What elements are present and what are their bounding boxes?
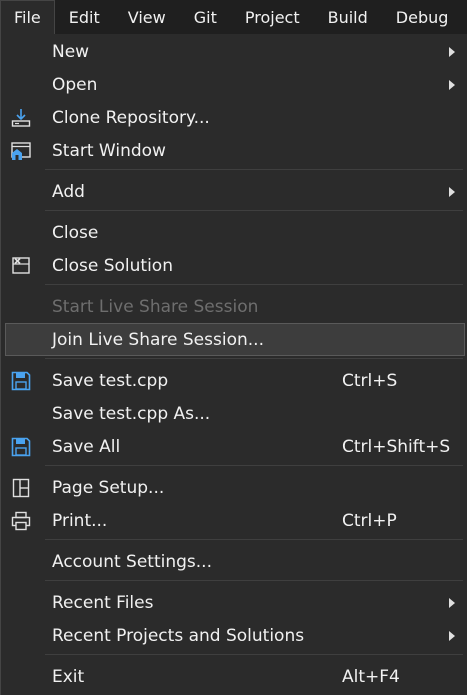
page-setup-icon	[12, 478, 30, 497]
menu-separator	[45, 284, 463, 285]
menu-item-label: Save test.cpp As...	[52, 403, 211, 424]
menu-item-label: Close Solution	[52, 255, 173, 276]
submenu-arrow-icon	[449, 186, 455, 197]
menu-item-label: Account Settings...	[52, 551, 212, 572]
clone-download-icon	[11, 108, 31, 127]
menu-item-exit[interactable]: Exit Alt+F4	[1, 660, 467, 693]
menu-item-shortcut: Ctrl+Shift+S	[342, 436, 451, 457]
save-icon	[11, 371, 31, 390]
menu-item-new[interactable]: New	[1, 35, 467, 68]
menu-item-open[interactable]: Open	[1, 68, 467, 101]
menu-separator	[45, 580, 463, 581]
menu-item-start-live-share: Start Live Share Session	[1, 290, 467, 323]
menu-item-label: Add	[52, 181, 85, 202]
menu-item-shortcut: Ctrl+P	[342, 510, 397, 531]
menu-item-save-all[interactable]: Save All Ctrl+Shift+S	[1, 430, 467, 463]
submenu-arrow-icon	[449, 79, 455, 90]
menu-item-label: Exit	[52, 666, 85, 687]
menu-item-start-window[interactable]: Start Window	[1, 134, 467, 167]
menu-item-join-live-share[interactable]: Join Live Share Session...	[5, 323, 465, 356]
menu-item-save-file[interactable]: Save test.cpp Ctrl+S	[1, 364, 467, 397]
menu-git[interactable]: Git	[180, 0, 231, 34]
save-all-icon	[11, 437, 31, 456]
menu-item-label: Print...	[52, 510, 108, 531]
menu-item-close-solution[interactable]: Close Solution	[1, 249, 467, 282]
menu-item-label: Start Live Share Session	[52, 296, 259, 317]
menu-item-recent-projects[interactable]: Recent Projects and Solutions	[1, 619, 467, 652]
menu-item-close[interactable]: Close	[1, 216, 467, 249]
menu-item-page-setup[interactable]: Page Setup...	[1, 471, 467, 504]
menu-build[interactable]: Build	[314, 0, 382, 34]
menu-item-label: Save test.cpp	[52, 370, 169, 391]
menu-separator	[45, 465, 463, 466]
menu-item-label: Recent Projects and Solutions	[52, 625, 305, 646]
menu-item-label: Page Setup...	[52, 477, 165, 498]
menu-view[interactable]: View	[114, 0, 180, 34]
menu-project[interactable]: Project	[231, 0, 314, 34]
menu-item-shortcut: Ctrl+S	[342, 370, 398, 391]
menu-item-clone-repository[interactable]: Clone Repository...	[1, 101, 467, 134]
menu-item-label: Save All	[52, 436, 121, 457]
menu-separator	[45, 539, 463, 540]
menu-item-label: Clone Repository...	[52, 107, 210, 128]
submenu-arrow-icon	[449, 46, 455, 57]
menu-item-shortcut: Alt+F4	[342, 666, 400, 687]
menu-item-account-settings[interactable]: Account Settings...	[1, 545, 467, 578]
menu-separator	[45, 210, 463, 211]
menu-bar: File Edit View Git Project Build Debug	[0, 0, 467, 34]
submenu-arrow-icon	[449, 597, 455, 608]
menu-item-label: Recent Files	[52, 592, 154, 613]
menu-item-label: Start Window	[52, 140, 166, 161]
submenu-arrow-icon	[449, 630, 455, 641]
menu-separator	[45, 358, 463, 359]
menu-separator	[45, 169, 463, 170]
menu-item-print[interactable]: Print... Ctrl+P	[1, 504, 467, 537]
printer-icon	[11, 511, 31, 530]
menu-item-label: Close	[52, 222, 99, 243]
menu-item-add[interactable]: Add	[1, 175, 467, 208]
menu-edit[interactable]: Edit	[55, 0, 114, 34]
menu-item-save-file-as[interactable]: Save test.cpp As...	[1, 397, 467, 430]
file-dropdown-menu: New Open Clone Repository... Start Windo…	[0, 34, 467, 695]
start-window-icon	[11, 141, 31, 160]
menu-item-label: Join Live Share Session...	[52, 329, 264, 350]
menu-item-label: New	[52, 41, 90, 62]
menu-item-recent-files[interactable]: Recent Files	[1, 586, 467, 619]
menu-file[interactable]: File	[0, 0, 55, 34]
close-solution-icon	[12, 256, 30, 274]
menu-item-label: Open	[52, 74, 98, 95]
menu-debug[interactable]: Debug	[382, 0, 463, 34]
menu-separator	[45, 654, 463, 655]
